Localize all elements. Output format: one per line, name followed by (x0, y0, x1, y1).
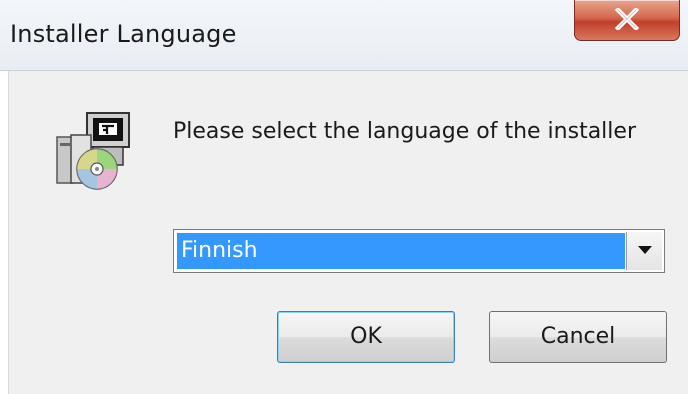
ok-button[interactable]: OK (277, 311, 455, 363)
close-icon (615, 8, 639, 30)
installer-cd-icon (56, 112, 130, 190)
language-select-value[interactable]: Finnish (177, 233, 625, 269)
language-select-dropdown-button[interactable] (626, 232, 662, 270)
title-bar: Installer Language (0, 0, 688, 71)
language-prompt: Please select the language of the instal… (173, 119, 636, 144)
close-button[interactable] (574, 0, 680, 41)
dialog-body: Please select the language of the instal… (8, 71, 688, 394)
installer-language-window: Installer Language Please select the lan… (0, 0, 688, 394)
chevron-down-icon (638, 246, 652, 254)
language-select[interactable]: Finnish (173, 229, 665, 273)
window-title: Installer Language (10, 20, 237, 48)
cancel-button[interactable]: Cancel (489, 311, 667, 363)
